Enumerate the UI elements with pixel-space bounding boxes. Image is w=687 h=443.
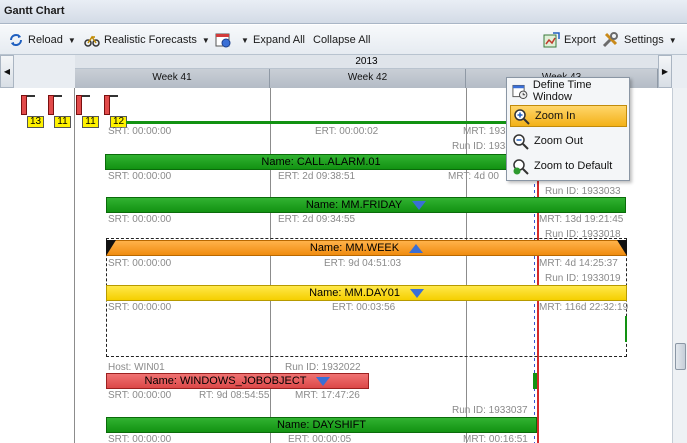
scrollbar-thumb[interactable] bbox=[675, 343, 686, 370]
ert-text: ERT: 00:00:05 bbox=[288, 434, 352, 443]
reload-icon bbox=[10, 34, 22, 46]
job-name: Name: MM.WEEK bbox=[309, 242, 400, 254]
ert-text: ERT: 2d 09:34:55 bbox=[278, 214, 356, 225]
window-title: Gantt Chart bbox=[0, 0, 687, 24]
job-bar-call-alarm[interactable]: Name: CALL.ALARM.01 bbox=[105, 154, 537, 170]
job-marker[interactable] bbox=[104, 95, 110, 115]
rt-text: RT: 9d 08:54:55 bbox=[199, 390, 270, 401]
srt-text: SRT: 00:00:00 bbox=[108, 390, 172, 401]
reload-label: Reload bbox=[28, 34, 63, 46]
vertical-scrollbar[interactable] bbox=[672, 88, 687, 443]
srt-text: SRT: 00:00:00 bbox=[108, 171, 172, 182]
reload-dropdown-icon[interactable]: ▼ bbox=[68, 36, 76, 45]
settings-tools-icon bbox=[602, 32, 618, 48]
mrt-text: MRT: 13d 19:21:45 bbox=[539, 214, 624, 225]
run-id-text: Run ID: 1933033 bbox=[545, 186, 621, 197]
settings-dropdown-icon[interactable]: ▼ bbox=[669, 36, 677, 45]
menu-item-label: Zoom to Default bbox=[534, 160, 613, 172]
timeline-scroll-left-button[interactable]: ◀ bbox=[0, 55, 14, 88]
host-text: Host: WIN01 bbox=[108, 362, 165, 373]
menu-item-zoom-to-default[interactable]: Zoom to Default bbox=[510, 155, 627, 177]
week-42-header[interactable]: Week 42 bbox=[270, 69, 466, 88]
week-41-header[interactable]: Week 41 bbox=[75, 69, 270, 88]
menu-item-zoom-in[interactable]: Zoom In bbox=[510, 105, 627, 127]
expand-triangle-icon[interactable] bbox=[412, 200, 427, 210]
mrt-text: MRT: 116d 22:32:19 bbox=[539, 302, 629, 313]
forecasts-label: Realistic Forecasts bbox=[104, 34, 197, 46]
forecast-bike-icon bbox=[84, 35, 100, 47]
job-bar-partial[interactable] bbox=[126, 121, 506, 124]
marker-column bbox=[0, 88, 75, 443]
export-label: Export bbox=[564, 34, 596, 46]
job-bar-windows-jobobject[interactable]: Name: WINDOWS_JOBOBJECT bbox=[106, 373, 369, 389]
run-id-text: Run ID: 1933037 bbox=[452, 405, 528, 416]
job-bar-mm-day01[interactable]: Name: MM.DAY01 bbox=[106, 285, 627, 301]
expand-all-button[interactable]: Expand All bbox=[253, 29, 305, 51]
settings-button[interactable]: Settings ▼ bbox=[602, 29, 677, 51]
job-name: Name: WINDOWS_JOBOBJECT bbox=[144, 375, 307, 387]
zoom-default-icon bbox=[513, 158, 529, 175]
ert-text: ERT: 00:00:02 bbox=[315, 126, 379, 137]
run-id-text: Run ID: 1933 bbox=[452, 141, 511, 152]
collapse-triangle-icon[interactable] bbox=[409, 243, 424, 253]
mrt-text: MRT: 1933 bbox=[463, 126, 512, 137]
marker-count-badge: 11 bbox=[82, 116, 99, 128]
reload-button[interactable]: Reload ▼ bbox=[8, 29, 76, 51]
menu-item-label: Define Time Window bbox=[532, 79, 592, 103]
menu-item-zoom-out[interactable]: Zoom Out bbox=[510, 130, 627, 152]
job-bar-mm-week[interactable]: Name: MM.WEEK bbox=[106, 240, 627, 256]
marker-count-badge: 13 bbox=[27, 116, 44, 128]
srt-text: SRT: 00:00:00 bbox=[108, 258, 172, 269]
expand-triangle-icon[interactable] bbox=[409, 288, 424, 298]
zoom-in-icon bbox=[514, 108, 530, 125]
marker-count-badge: 11 bbox=[54, 116, 71, 128]
define-window-icon bbox=[512, 84, 528, 99]
timeline-scroll-right-button[interactable]: ▶ bbox=[658, 55, 672, 88]
srt-text: SRT: 00:00:00 bbox=[108, 434, 172, 443]
job-marker[interactable] bbox=[21, 95, 27, 115]
zoom-out-icon bbox=[513, 133, 529, 150]
job-marker[interactable] bbox=[48, 95, 54, 115]
job-bar-dayshift[interactable]: Name: DAYSHIFT bbox=[106, 417, 537, 433]
toolbar: Reload ▼ Realistic Forecasts ▼ ▼ Expand … bbox=[0, 25, 687, 55]
export-button[interactable]: Export bbox=[543, 29, 596, 51]
realistic-forecasts-button[interactable]: Realistic Forecasts ▼ bbox=[84, 29, 210, 51]
mrt-text: MRT: 17:47:26 bbox=[295, 390, 360, 401]
export-icon bbox=[543, 32, 560, 48]
job-name: Name: DAYSHIFT bbox=[276, 419, 367, 431]
settings-label: Settings bbox=[624, 34, 664, 46]
forecasts-dropdown-icon[interactable]: ▼ bbox=[202, 36, 210, 45]
job-name: Name: MM.DAY01 bbox=[309, 287, 400, 299]
mrt-text: MRT: 4d 00 bbox=[448, 171, 499, 182]
expand-triangle-icon[interactable] bbox=[316, 376, 331, 386]
mrt-text: MRT: 00:16:51 bbox=[463, 434, 528, 443]
run-id-text: Run ID: 1932022 bbox=[285, 362, 361, 373]
ert-text: ERT: 2d 09:38:51 bbox=[278, 171, 356, 182]
menu-item-label: Zoom In bbox=[535, 110, 576, 122]
ert-text: ERT: 9d 04:51:03 bbox=[324, 258, 402, 269]
job-name: Name: MM.FRIDAY bbox=[305, 199, 403, 211]
job-name: Name: CALL.ALARM.01 bbox=[261, 156, 381, 168]
menu-item-label: Zoom Out bbox=[534, 135, 583, 147]
collapse-all-button[interactable]: Collapse All bbox=[313, 29, 370, 51]
ert-text: ERT: 00:03:56 bbox=[332, 302, 396, 313]
menu-item-define-time-window[interactable]: Define Time Window bbox=[510, 79, 627, 103]
calendar-filter-button[interactable]: ▼ bbox=[215, 29, 249, 51]
srt-text: SRT: 00:00:00 bbox=[108, 302, 172, 313]
zoom-context-menu: Define Time Window Zoom In Zoom Out Zoom… bbox=[506, 77, 630, 181]
mrt-text: MRT: 4d 14:25:37 bbox=[539, 258, 618, 269]
srt-text: SRT: 00:00:00 bbox=[108, 214, 172, 225]
srt-text: SRT: 00:00:00 bbox=[108, 126, 172, 137]
run-id-text: Run ID: 1933019 bbox=[545, 273, 621, 284]
job-marker[interactable] bbox=[76, 95, 82, 115]
calendar-dropdown-icon[interactable]: ▼ bbox=[241, 36, 249, 45]
job-bar-mm-friday[interactable]: Name: MM.FRIDAY bbox=[106, 197, 626, 213]
calendar-filter-icon bbox=[215, 33, 231, 48]
year-label: 2013 bbox=[75, 55, 658, 69]
